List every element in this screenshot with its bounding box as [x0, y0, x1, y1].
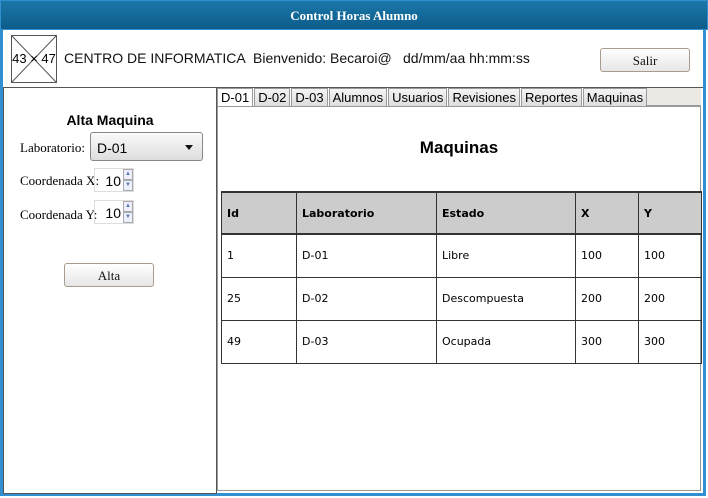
table-cell: Descompuesta [436, 276, 576, 321]
tab-maquinas[interactable]: Maquinas [582, 88, 648, 106]
lab-select[interactable]: D-01 [90, 132, 203, 161]
table-cell: D-01 [296, 233, 437, 278]
table-row[interactable]: 1 D-01 Libre 100 100 [221, 233, 702, 278]
logo-placeholder: 43 × 47 [11, 35, 57, 83]
chevron-down-icon [185, 145, 193, 150]
tab-bar: D-01 D-02 D-03 Alumnos Usuarios Revisiones Rep… [217, 88, 648, 107]
tab-alumnos[interactable]: Alumnos [328, 88, 388, 106]
table-cell: 100 [575, 233, 639, 278]
header: 43 × 47 CENTRO DE INFORMATICA Bienvenido… [3, 30, 703, 88]
maquinas-panel: Maquinas Id Laboratorio Estado X Y 1 D-01 Libr… [217, 106, 702, 491]
table-cell: 49 [221, 319, 297, 364]
welcome-text: Bienvenido: Becaroi@ [253, 50, 392, 66]
column-header: Y [638, 191, 702, 235]
table-cell: 1 [221, 233, 297, 278]
tab-d-02[interactable]: D-02 [254, 88, 291, 106]
tab-usuarios[interactable]: Usuarios [388, 88, 448, 106]
tab-d-01[interactable]: D-01 [217, 88, 254, 107]
datetime-text: dd/mm/aa hh:mm:ss [403, 50, 530, 66]
page-title: Maquinas [419, 138, 499, 157]
arrow-up-icon[interactable]: ▲ [123, 201, 133, 212]
column-header: Laboratorio [296, 191, 437, 235]
logout-button[interactable]: Salir [600, 48, 690, 72]
tab-d-03[interactable]: D-03 [291, 88, 328, 106]
alta-maquina-panel: Alta Maquina Laboratorio: D-01 Coordenad… [3, 88, 217, 494]
column-header: X [575, 191, 639, 235]
arrow-up-icon[interactable]: ▲ [123, 169, 133, 180]
y-label: Coordenada Y: [20, 207, 98, 222]
column-header: Estado [436, 191, 576, 235]
table-cell: Ocupada [436, 319, 576, 364]
table-cell: Libre [436, 233, 576, 278]
table-cell: 25 [221, 276, 297, 321]
table-cell: 100 [638, 233, 702, 278]
arrow-down-icon[interactable]: ▼ [123, 212, 133, 223]
lab-label: Laboratorio: [20, 140, 85, 155]
y-stepper[interactable]: 10 ▲ ▼ [94, 200, 134, 224]
table-cell: 300 [638, 319, 702, 364]
arrow-down-icon[interactable]: ▼ [123, 180, 133, 191]
table-row[interactable]: 49 D-03 Ocupada 300 300 [221, 319, 702, 364]
window-title: Control Horas Alumno [0, 0, 708, 30]
column-header: Id [221, 191, 297, 235]
tab-revisiones[interactable]: Revisiones [448, 88, 521, 106]
x-label: Coordenada X: [20, 173, 100, 188]
maquinas-table: Id Laboratorio Estado X Y 1 D-01 Libre 100 100 25… [221, 191, 702, 364]
org-name: CENTRO DE INFORMATICA [64, 50, 246, 66]
table-cell: D-02 [296, 276, 437, 321]
x-stepper[interactable]: 10 ▲ ▼ [94, 168, 134, 192]
table-cell: 200 [575, 276, 639, 321]
alta-button[interactable]: Alta [64, 263, 154, 287]
table-cell: 200 [638, 276, 702, 321]
table-cell: D-03 [296, 319, 437, 364]
form-title: Alta Maquina [66, 112, 154, 128]
table-cell: 300 [575, 319, 639, 364]
table-row[interactable]: 25 D-02 Descompuesta 200 200 [221, 276, 702, 321]
tab-reportes[interactable]: Reportes [521, 88, 582, 106]
